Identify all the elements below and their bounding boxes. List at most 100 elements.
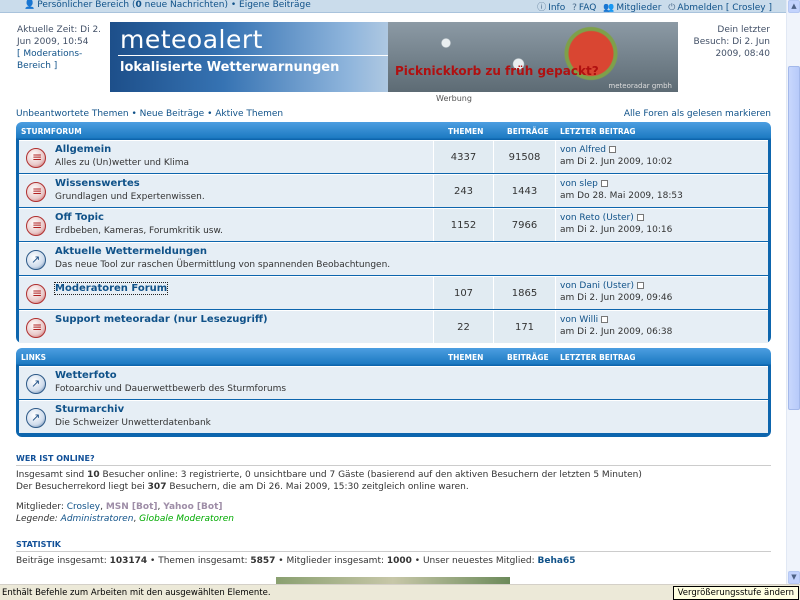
forum-row-sturmarchiv: Sturmarchiv Die Schweizer Unwetterdatenb…	[19, 400, 768, 433]
member-link[interactable]: Yahoo [Bot]	[163, 502, 222, 512]
current-time: Aktuelle Zeit: Di 2. Jun 2009, 10:54 [ M…	[17, 24, 109, 72]
forum-desc: Grundlagen und Expertenwissen.	[55, 192, 205, 202]
last-post-author[interactable]: von Alfred	[560, 145, 606, 155]
view-latest-post-icon[interactable]	[636, 214, 644, 221]
forum-desc: Die Schweizer Unwetterdatenbank	[55, 418, 211, 428]
forum-title[interactable]: Wissenswertes	[55, 178, 140, 189]
stats-line: Beiträge insgesamt: 103174 • Themen insg…	[16, 556, 576, 566]
unanswered-topics-link[interactable]: Unbeantwortete Themen	[16, 109, 129, 119]
browser-viewport: 👤 Persönlicher Bereich (0 neue Nachrichte…	[0, 0, 786, 584]
members-icon: 👥	[603, 3, 615, 13]
last-post-author[interactable]: von Willi	[560, 315, 598, 325]
last-post-date: am Di 2. Jun 2009, 10:02	[560, 157, 673, 167]
online-title[interactable]: Wer ist online?	[16, 454, 95, 463]
quick-links: Unbeantwortete Themen • Neue Beiträge • …	[16, 109, 284, 119]
newest-member-link[interactable]: Beha65	[538, 556, 576, 566]
forum-title-focused[interactable]: Moderatoren Forum	[53, 282, 169, 295]
info-icon: ⓘ	[537, 3, 547, 13]
zoom-level-button[interactable]: Vergrößerungsstufe ändern	[672, 586, 799, 600]
forum-row-wetterfoto: Wetterfoto Fotoarchiv und Dauerwettbewer…	[19, 366, 768, 399]
last-post-author[interactable]: von Dani (Uster)	[560, 281, 634, 291]
forum-row-allgemein: Allgemein Alles zu (Un)wetter und Klima …	[19, 140, 768, 173]
category-title[interactable]: Sturmforum	[21, 127, 82, 136]
forum-unread-icon	[26, 318, 46, 338]
topic-count: 22	[433, 311, 493, 343]
mark-all-read-link[interactable]: Alle Foren als gelesen markieren	[624, 109, 771, 119]
forum-title[interactable]: Wetterfoto	[55, 370, 117, 381]
forum-title[interactable]: Allgemein	[55, 144, 111, 155]
forum-row-wissenswertes: Wissenswertes Grundlagen und Expertenwis…	[19, 174, 768, 207]
forum-unread-icon	[26, 182, 46, 202]
top-nav-bar: 👤 Persönlicher Bereich (0 neue Nachrichte…	[0, 0, 786, 13]
forum-category-sturmforum: Sturmforum Themen Beiträge Letzter Beitr…	[16, 122, 771, 343]
forum-title[interactable]: Support meteoradar (nur Lesezugriff)	[55, 314, 268, 325]
online-summary: Insgesamt sind 10 Besucher online: 3 reg…	[16, 470, 642, 492]
last-post: von slep am Do 28. Mai 2009, 18:53	[555, 175, 768, 207]
vertical-scrollbar[interactable]: ▲ ▼	[786, 0, 800, 584]
forum-title[interactable]: Off Topic	[55, 212, 104, 223]
status-message: Enthält Befehle zum Arbeiten mit den aus…	[2, 588, 271, 598]
help-icon: ?	[572, 3, 577, 13]
last-post: von Willi am Di 2. Jun 2009, 06:38	[555, 311, 768, 343]
forum-desc: Erdbeben, Kameras, Forumkritik usw.	[55, 226, 223, 236]
last-post-date: am Do 28. Mai 2009, 18:53	[560, 191, 683, 201]
forum-unread-icon	[26, 284, 46, 304]
online-divider	[16, 465, 771, 466]
scroll-up-arrow-icon[interactable]: ▲	[788, 0, 800, 13]
new-posts-link[interactable]: Neue Beiträge	[140, 109, 205, 119]
last-visit: Dein letzter Besuch: Di 2. Jun 2009, 08:…	[693, 25, 770, 59]
category-title[interactable]: Links	[21, 353, 46, 362]
legend-admins[interactable]: Administratoren	[61, 514, 134, 524]
forum-link-icon	[26, 374, 46, 394]
banner-divider	[118, 55, 388, 56]
stats-title: Statistik	[16, 540, 61, 549]
ad-banner[interactable]: meteoalert lokalisierte Wetterwarnungen …	[110, 22, 678, 92]
members-link[interactable]: 👥 Mitglieder	[603, 3, 661, 13]
member-link[interactable]: Crosley	[67, 502, 100, 512]
last-post-author[interactable]: von slep	[560, 179, 598, 189]
col-last-post: Letzter Beitrag	[560, 127, 636, 136]
post-count: 1443	[493, 175, 555, 207]
top-nav-right: ⓘ Info ? FAQ 👥 Mitglieder ⏻ Abmelden [ Crosl…	[537, 0, 772, 13]
logout-link[interactable]: ⏻ Abmelden [ Crosley ]	[668, 3, 772, 13]
forum-title[interactable]: Sturmarchiv	[55, 404, 124, 415]
view-latest-post-icon[interactable]	[636, 282, 644, 289]
post-count: 171	[493, 311, 555, 343]
banner-logo: meteoalert	[120, 25, 263, 54]
last-post-author[interactable]: von Reto (Uster)	[560, 213, 634, 223]
forum-link-icon	[26, 408, 46, 428]
footer-image	[276, 577, 510, 584]
legend-global-mods[interactable]: Globale Moderatoren	[139, 514, 234, 524]
view-latest-post-icon[interactable]	[600, 180, 608, 187]
scroll-down-arrow-icon[interactable]: ▼	[788, 571, 800, 584]
col-last-post: Letzter Beitrag	[560, 353, 636, 362]
topic-count: 107	[433, 277, 493, 309]
last-post-date: am Di 2. Jun 2009, 09:46	[560, 293, 673, 303]
post-count: 7966	[493, 209, 555, 241]
banner-ad-text: Picknickkorb zu früh gepackt?	[395, 64, 599, 78]
member-link[interactable]: MSN [Bot]	[106, 502, 158, 512]
forum-link-icon	[26, 250, 46, 270]
forum-desc: Alles zu (Un)wetter und Klima	[55, 158, 190, 168]
forum-title[interactable]: Aktuelle Wettermeldungen	[55, 246, 207, 257]
active-topics-link[interactable]: Aktive Themen	[215, 109, 283, 119]
category-header: Links Themen Beiträge Letzter Beitrag	[19, 348, 768, 365]
scrollbar-thumb[interactable]	[788, 66, 800, 410]
topic-count: 1152	[433, 209, 493, 241]
info-link[interactable]: ⓘ Info	[537, 3, 565, 13]
view-latest-post-icon[interactable]	[608, 146, 616, 153]
topic-count: 4337	[433, 141, 493, 173]
col-posts: Beiträge	[507, 127, 549, 136]
faq-link[interactable]: ? FAQ	[572, 3, 596, 13]
moderation-area-link[interactable]: [ Moderations-Bereich ]	[17, 48, 109, 72]
user-panel-link[interactable]: 👤 Persönlicher Bereich (0 neue Nachrichte…	[24, 0, 311, 10]
forum-category-links: Links Themen Beiträge Letzter Beitrag We…	[16, 348, 771, 437]
power-icon: ⏻	[668, 3, 676, 13]
stats-divider	[16, 551, 771, 552]
forum-title[interactable]: Moderatoren Forum	[53, 282, 169, 295]
forum-row-aktuelle-wettermeldungen: Aktuelle Wettermeldungen Das neue Tool z…	[19, 242, 768, 275]
view-latest-post-icon[interactable]	[601, 316, 609, 323]
post-count: 1865	[493, 277, 555, 309]
forum-row-off-topic: Off Topic Erdbeben, Kameras, Forumkritik…	[19, 208, 768, 241]
forum-unread-icon	[26, 216, 46, 236]
